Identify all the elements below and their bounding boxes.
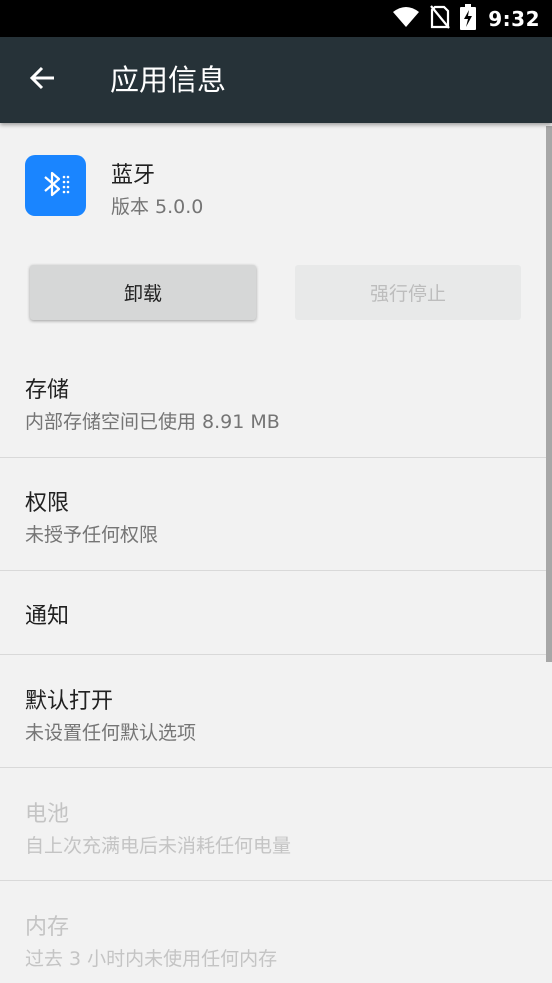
list-item-memory: 内存 过去 3 小时内未使用任何内存 (0, 881, 546, 983)
item-title: 通知 (25, 604, 70, 629)
item-subtitle: 自上次充满电后未消耗任何电量 (25, 835, 292, 857)
item-subtitle: 未授予任何权限 (25, 524, 159, 546)
list-item-notifications[interactable]: 通知 (0, 571, 546, 654)
app-info-content: 蓝牙 版本 5.0.0 卸载 强行停止 存储 内部存储空间已使用 8.91 MB… (0, 123, 552, 983)
item-subtitle: 过去 3 小时内未使用任何内存 (25, 948, 278, 970)
app-bar: 应用信息 (0, 37, 552, 123)
page-title: 应用信息 (110, 63, 227, 97)
list-item-storage[interactable]: 存储 内部存储空间已使用 8.91 MB (0, 343, 546, 457)
item-title: 电池 (25, 802, 70, 827)
uninstall-button[interactable]: 卸载 (30, 265, 256, 320)
app-name: 蓝牙 (111, 163, 156, 188)
status-time: 9:32 (488, 6, 540, 31)
app-icon (25, 155, 86, 216)
scrollbar[interactable] (546, 126, 552, 662)
list-item-open-by-default[interactable]: 默认打开 未设置任何默认选项 (0, 655, 546, 767)
item-title: 权限 (25, 491, 70, 516)
bluetooth-icon (39, 167, 73, 205)
status-bar: 9:32 (0, 0, 552, 37)
status-icons: 9:32 (392, 0, 540, 37)
app-header: 蓝牙 版本 5.0.0 (0, 123, 552, 249)
arrow-back-icon (29, 66, 55, 94)
list-item-battery: 电池 自上次充满电后未消耗任何电量 (0, 768, 546, 880)
item-title: 默认打开 (25, 689, 114, 714)
list-item-permissions[interactable]: 权限 未授予任何权限 (0, 458, 546, 570)
no-sim-icon (430, 4, 451, 33)
battery-charging-icon (460, 3, 477, 34)
item-subtitle: 未设置任何默认选项 (25, 722, 197, 744)
app-version: 版本 5.0.0 (111, 196, 204, 218)
back-button[interactable] (24, 62, 60, 98)
item-title: 存储 (25, 378, 70, 403)
force-stop-button: 强行停止 (295, 265, 521, 320)
wifi-icon (392, 6, 420, 32)
item-subtitle: 内部存储空间已使用 8.91 MB (25, 411, 280, 433)
item-title: 内存 (25, 915, 70, 940)
